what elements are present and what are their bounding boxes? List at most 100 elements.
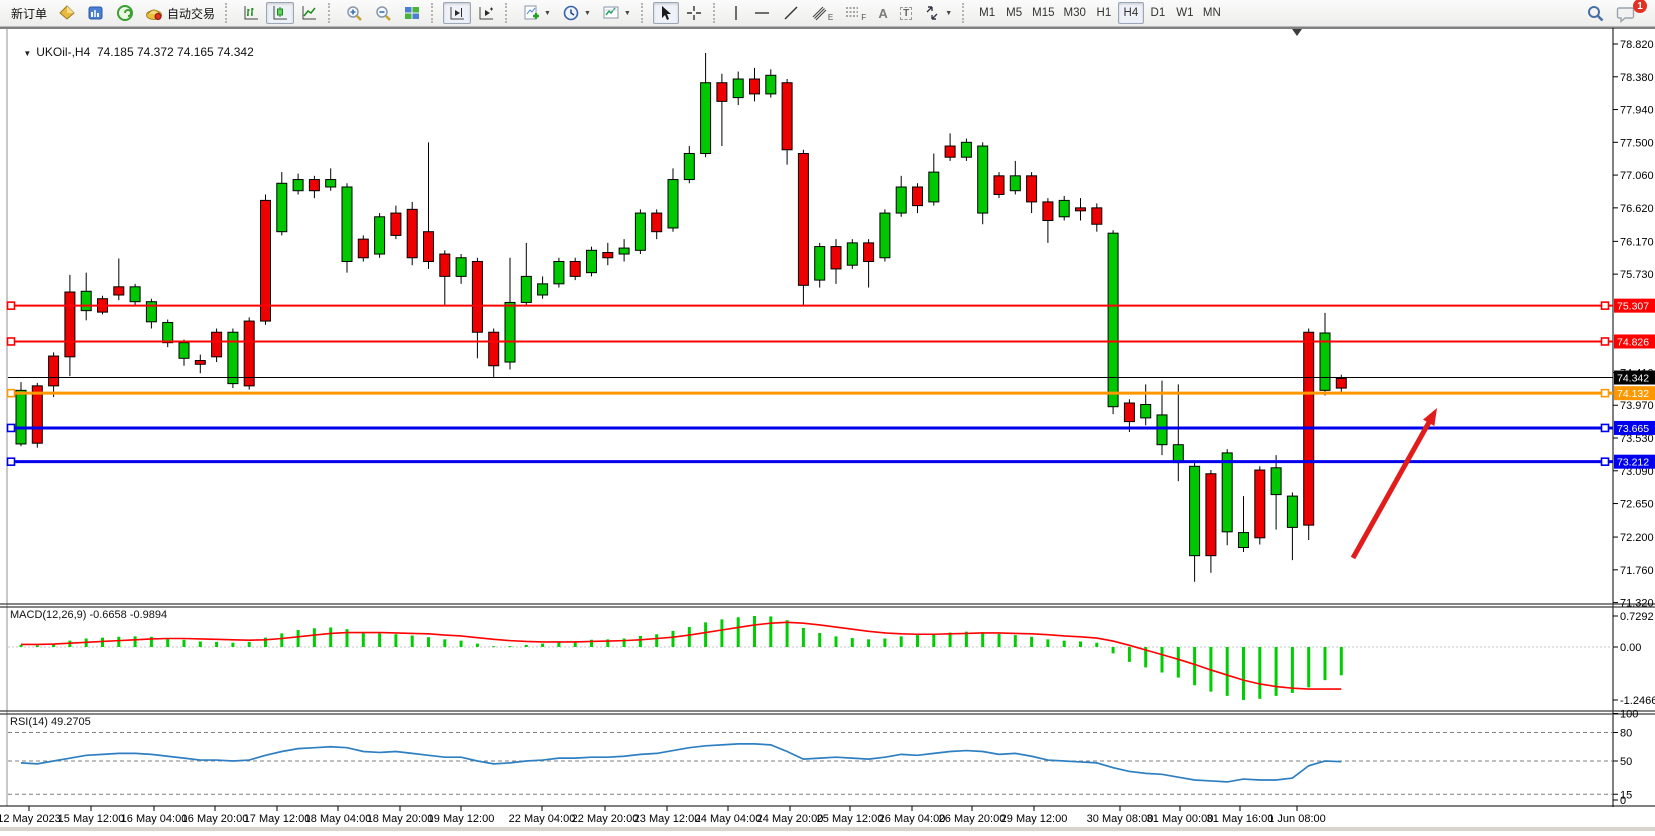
zoom-out-button[interactable]	[369, 2, 397, 24]
svg-text:19 May 12:00: 19 May 12:00	[428, 813, 495, 825]
svg-text:73.970: 73.970	[1620, 400, 1654, 412]
svg-text:22 May 04:00: 22 May 04:00	[509, 813, 576, 825]
channel-letter: E	[828, 13, 833, 22]
history-button[interactable]	[53, 2, 81, 24]
rsi-panel: 1008050150	[8, 709, 1638, 808]
chevron-down-icon: ▼	[23, 49, 31, 58]
chart-shift-button[interactable]	[443, 2, 471, 24]
svg-text:1 Jun 08:00: 1 Jun 08:00	[1268, 813, 1326, 825]
template-icon	[602, 4, 620, 22]
notifications-button[interactable]: 1	[1611, 2, 1641, 24]
chart-window: 78.82078.38077.94077.50077.06076.62076.1…	[0, 27, 1655, 831]
toolbar-separator	[431, 3, 438, 23]
add-indicator-icon	[522, 4, 540, 22]
add-indicator-button[interactable]: ▼	[517, 2, 556, 24]
new-order-label: 新订单	[11, 5, 47, 22]
navigator-button[interactable]	[111, 2, 139, 24]
zoom-in-icon	[345, 4, 363, 22]
timeframe-w1-button[interactable]: W1	[1172, 2, 1198, 24]
svg-text:76.170: 76.170	[1620, 236, 1654, 248]
time-axis: 12 May 202315 May 12:0016 May 04:0016 Ma…	[0, 806, 1326, 825]
text-button[interactable]: A	[872, 2, 894, 24]
svg-text:78.380: 78.380	[1620, 72, 1654, 84]
horizontal-line-button[interactable]	[748, 2, 776, 24]
toolbar-separator	[713, 3, 720, 23]
candle-chart-button[interactable]	[266, 2, 294, 24]
cursor-icon	[658, 4, 674, 22]
timeframe-d1-button[interactable]: D1	[1145, 2, 1171, 24]
text-icon: A	[878, 6, 887, 21]
svg-text:17 May 12:00: 17 May 12:00	[244, 813, 311, 825]
timeframe-m30-button[interactable]: M30	[1060, 2, 1090, 24]
svg-text:0.00: 0.00	[1620, 642, 1641, 654]
svg-text:74.342: 74.342	[1617, 373, 1649, 385]
chart-shift-marker[interactable]	[1292, 29, 1302, 36]
svg-text:-1.2466: -1.2466	[1620, 695, 1655, 707]
tile-windows-icon	[403, 4, 421, 22]
auto-trading-label: 自动交易	[167, 5, 215, 22]
period-button[interactable]: ▼	[557, 2, 596, 24]
timeframe-h1-button[interactable]: H1	[1091, 2, 1117, 24]
market-watch-button[interactable]	[82, 2, 110, 24]
toolbar: 新订单 自动交易 ▼ ▼	[0, 0, 1655, 27]
crosshair-button[interactable]	[680, 2, 708, 24]
ohlc-values: 74.185 74.372 74.165 74.342	[97, 45, 254, 59]
svg-text:24 May 04:00: 24 May 04:00	[695, 813, 762, 825]
timeframe-m1-button[interactable]: M1	[974, 2, 1000, 24]
channel-button[interactable]: E	[806, 2, 838, 24]
svg-text:74.826: 74.826	[1617, 336, 1649, 348]
timeframe-m5-button[interactable]: M5	[1001, 2, 1027, 24]
vertical-line-button[interactable]	[725, 2, 747, 24]
market-watch-icon	[87, 4, 105, 22]
candle-chart-icon	[271, 4, 289, 22]
svg-text:0.7292: 0.7292	[1620, 611, 1654, 623]
svg-text:31 May 16:00: 31 May 16:00	[1207, 813, 1274, 825]
toolbar-separator	[328, 3, 335, 23]
trend-arrow[interactable]	[1353, 408, 1437, 558]
svg-text:100: 100	[1620, 709, 1638, 721]
line-chart-button[interactable]	[295, 2, 323, 24]
svg-text:26 May 20:00: 26 May 20:00	[939, 813, 1006, 825]
svg-text:31 May 00:00: 31 May 00:00	[1147, 813, 1214, 825]
toolbar-separator	[505, 3, 512, 23]
price-axis: 78.82078.38077.94077.50077.06076.62076.1…	[1613, 39, 1654, 610]
trendline-button[interactable]	[777, 2, 805, 24]
text-label-button[interactable]: T	[895, 2, 917, 24]
timeframe-h4-button[interactable]: H4	[1118, 2, 1144, 24]
channel-icon	[811, 4, 827, 22]
svg-text:30 May 08:00: 30 May 08:00	[1087, 813, 1154, 825]
timeframe-mn-button[interactable]: MN	[1199, 2, 1225, 24]
svg-text:75.730: 75.730	[1620, 269, 1654, 281]
macd-panel: 0.7292 0.00 -1.2466	[8, 611, 1655, 707]
svg-text:73.665: 73.665	[1617, 423, 1649, 435]
candles	[16, 53, 1346, 582]
svg-text:77.940: 77.940	[1620, 105, 1654, 117]
chart-canvas[interactable]: 78.82078.38077.94077.50077.06076.62076.1…	[0, 27, 1655, 831]
timeframe-m15-button[interactable]: M15	[1028, 2, 1058, 24]
auto-scroll-button[interactable]	[472, 2, 500, 24]
zoom-in-button[interactable]	[340, 2, 368, 24]
template-button[interactable]: ▼	[597, 2, 636, 24]
auto-trading-button[interactable]: 自动交易	[140, 2, 220, 24]
fibonacci-button[interactable]: F	[839, 2, 871, 24]
search-button[interactable]	[1581, 2, 1610, 24]
fibonacci-letter: F	[861, 13, 866, 22]
bar-chart-button[interactable]	[237, 2, 265, 24]
new-order-button[interactable]: 新订单	[6, 2, 52, 24]
auto-trading-icon	[145, 4, 164, 22]
tile-windows-button[interactable]	[398, 2, 426, 24]
dropdown-caret: ▼	[584, 10, 591, 17]
shapes-button[interactable]: ▼	[918, 2, 957, 24]
green-spiral-icon	[116, 4, 134, 22]
text-label-icon: T	[900, 7, 912, 20]
svg-text:75.307: 75.307	[1617, 301, 1649, 313]
svg-text:0: 0	[1620, 795, 1626, 807]
title-gap	[90, 45, 97, 59]
svg-text:50: 50	[1620, 756, 1632, 768]
auto-scroll-icon	[477, 4, 495, 22]
svg-text:71.320: 71.320	[1620, 598, 1654, 610]
cursor-button[interactable]	[653, 2, 679, 24]
svg-text:25 May 12:00: 25 May 12:00	[817, 813, 884, 825]
zoom-out-icon	[374, 4, 392, 22]
svg-text:76.620: 76.620	[1620, 203, 1654, 215]
